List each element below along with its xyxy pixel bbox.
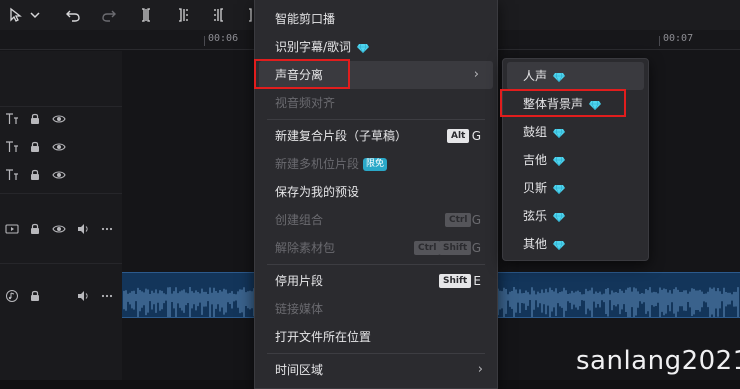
shortcut-modifier: Shift — [439, 274, 472, 288]
menu-item-label: 解除素材包 — [275, 241, 336, 255]
menu-item-smart-cut[interactable]: 智能剪口播 — [255, 5, 497, 33]
shortcut-modifier: Shift — [439, 241, 472, 255]
submenu-item-vocals[interactable]: 人声 — [507, 62, 644, 90]
track-divider — [0, 193, 122, 194]
menu-divider — [267, 353, 485, 354]
menu-item-audio-separation[interactable]: 声音分离 › — [259, 61, 493, 89]
split-right-icon[interactable] — [210, 6, 228, 24]
menu-item-time-region[interactable]: 时间区域 › — [255, 356, 497, 384]
text-icon — [4, 112, 20, 126]
submenu-item-label: 吉他 — [523, 153, 548, 167]
eye-icon[interactable] — [51, 112, 67, 126]
menu-item-label: 链接媒体 — [275, 302, 324, 316]
diamond-icon — [553, 184, 566, 194]
submenu-item-drums[interactable]: 鼓组 — [503, 118, 648, 146]
menu-item-label: 新建复合片段（子草稿） — [275, 129, 408, 143]
speaker-icon[interactable] — [75, 289, 91, 303]
menu-item-label: 保存为我的预设 — [275, 185, 360, 199]
submenu-item-other[interactable]: 其他 — [503, 230, 648, 258]
timecode-label: 00:06 — [208, 33, 239, 44]
menu-item-label: 时间区域 — [275, 363, 324, 377]
menu-item-label: 声音分离 — [275, 68, 324, 82]
menu-item-av-align[interactable]: 视音频对齐 — [255, 89, 497, 117]
submenu-item-label: 人声 — [523, 69, 548, 83]
shortcut-modifier: Ctrl — [414, 241, 441, 255]
shortcut-modifier: Ctrl — [445, 213, 472, 227]
split-left-icon[interactable] — [174, 6, 192, 24]
diamond-icon — [357, 43, 370, 53]
chevron-right-icon: › — [473, 67, 479, 82]
track-divider — [0, 106, 122, 107]
ruler-tick — [204, 36, 205, 46]
free-badge: 限免 — [363, 158, 388, 171]
redo-icon[interactable] — [100, 6, 118, 24]
menu-item-label: 新建多机位片段 — [275, 157, 360, 171]
submenu-item-label: 弦乐 — [523, 209, 548, 223]
context-menu: 智能剪口播 识别字幕/歌词 声音分离 › 视音频对齐 新建复合片段（子草稿） A… — [254, 0, 498, 389]
menu-item-new-multicam-clip[interactable]: 新建多机位片段 限免 — [255, 150, 497, 178]
menu-item-recognize-subtitles[interactable]: 识别字幕/歌词 — [255, 33, 497, 61]
diamond-icon — [553, 72, 566, 82]
menu-item-label: 停用片段 — [275, 274, 324, 288]
diamond-icon — [553, 240, 566, 250]
menu-divider — [267, 264, 485, 265]
chevron-right-icon: › — [477, 362, 483, 377]
lock-icon[interactable] — [27, 140, 43, 154]
diamond-icon — [553, 128, 566, 138]
shortcut-key: G — [471, 241, 481, 255]
lock-icon[interactable] — [27, 289, 43, 303]
submenu-item-label: 整体背景声 — [523, 97, 584, 111]
chevron-down-icon[interactable] — [26, 6, 44, 24]
submenu-item-label: 其他 — [523, 237, 548, 251]
lock-icon[interactable] — [27, 112, 43, 126]
eye-icon[interactable] — [51, 140, 67, 154]
diamond-icon — [553, 156, 566, 166]
menu-item-label: 创建组合 — [275, 213, 324, 227]
more-icon[interactable] — [99, 289, 115, 303]
split-icon[interactable] — [137, 6, 155, 24]
diamond-icon — [589, 100, 602, 110]
submenu-item-strings[interactable]: 弦乐 — [503, 202, 648, 230]
speaker-icon[interactable] — [75, 222, 91, 236]
track-headers — [0, 51, 122, 389]
menu-item-save-preset[interactable]: 保存为我的预设 — [255, 178, 497, 206]
menu-item-new-compound-clip[interactable]: 新建复合片段（子草稿） Alt G — [255, 122, 497, 150]
submenu-item-label: 鼓组 — [523, 125, 548, 139]
eye-icon[interactable] — [51, 168, 67, 182]
cursor-arrow-icon[interactable] — [6, 6, 24, 24]
text-icon — [4, 168, 20, 182]
submenu-item-label: 贝斯 — [523, 181, 548, 195]
shortcut-key: E — [473, 274, 481, 288]
watermark: sanlang2021 — [576, 346, 740, 376]
timecode-label: 00:07 — [663, 33, 694, 44]
music-icon — [4, 289, 20, 303]
menu-item-label: 视音频对齐 — [275, 96, 336, 110]
audio-separation-submenu: 人声 整体背景声 鼓组 吉他 贝斯 弦乐 其他 — [502, 58, 649, 261]
track-divider — [0, 263, 122, 264]
menu-item-disable-clip[interactable]: 停用片段 Shift E — [255, 267, 497, 295]
more-icon[interactable] — [99, 222, 115, 236]
ruler-tick — [659, 36, 660, 46]
video-icon — [4, 222, 20, 236]
menu-item-link-media[interactable]: 链接媒体 — [255, 295, 497, 323]
undo-icon[interactable] — [64, 6, 82, 24]
lock-icon[interactable] — [27, 222, 43, 236]
lock-icon[interactable] — [27, 168, 43, 182]
submenu-item-guitar[interactable]: 吉他 — [503, 146, 648, 174]
shortcut-key: G — [471, 213, 481, 227]
submenu-item-bass[interactable]: 贝斯 — [503, 174, 648, 202]
menu-item-unpack-material[interactable]: 解除素材包 Ctrl Shift G — [255, 234, 497, 262]
menu-item-create-group[interactable]: 创建组合 Ctrl G — [255, 206, 497, 234]
menu-item-label: 智能剪口播 — [275, 12, 336, 26]
shortcut-key: G — [471, 129, 481, 143]
submenu-item-background[interactable]: 整体背景声 — [503, 90, 648, 118]
diamond-icon — [553, 212, 566, 222]
eye-icon[interactable] — [51, 222, 67, 236]
shortcut-modifier: Alt — [447, 129, 470, 143]
menu-divider — [267, 119, 485, 120]
text-icon — [4, 140, 20, 154]
menu-item-label: 打开文件所在位置 — [275, 330, 372, 344]
menu-item-open-file-location[interactable]: 打开文件所在位置 — [255, 323, 497, 351]
menu-item-label: 识别字幕/歌词 — [275, 40, 352, 54]
